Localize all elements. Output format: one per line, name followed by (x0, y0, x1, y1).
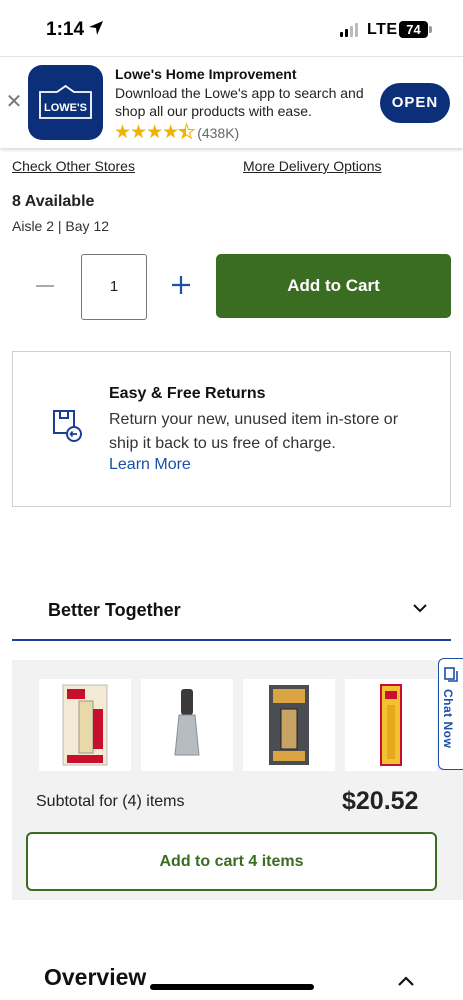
status-bar: 1:14 LTE 74 (0, 0, 463, 56)
product-thumbnail-2[interactable] (141, 679, 233, 771)
home-indicator (150, 984, 314, 990)
lowes-house-logo-icon: LOWE'S (39, 85, 92, 119)
returns-title: Easy & Free Returns (109, 385, 266, 402)
network-type: LTE (367, 21, 398, 38)
learn-more-link[interactable]: Learn More (109, 456, 191, 474)
status-time: 1:14 (46, 19, 85, 40)
putty-knife-product-image (174, 689, 200, 756)
returns-card: Easy & Free Returns Return your new, unu… (12, 351, 451, 507)
product-thumbnail-1[interactable] (39, 679, 131, 771)
better-together-panel: Subtotal for (4) items $20.52 Add to car… (12, 660, 463, 900)
location-arrow-icon (89, 21, 103, 35)
epoxy-stick-product-image (380, 684, 402, 766)
star-rating-icon: ★★★★★ (114, 122, 196, 143)
battery-level: 74 (406, 22, 421, 37)
logo-text: LOWE'S (44, 102, 87, 114)
better-together-title: Better Together (48, 600, 181, 620)
open-app-button[interactable]: OPEN (380, 83, 450, 123)
return-box-icon (53, 410, 82, 442)
tank-bond-epoxy-product-image (269, 685, 309, 765)
add-to-cart-button[interactable]: Add to Cart (216, 254, 451, 318)
overview-title: Overview (44, 964, 147, 990)
check-other-stores-link[interactable]: Check Other Stores (12, 158, 135, 174)
banner-title: Lowe's Home Improvement (115, 66, 297, 82)
app-rating: ★★★★★ (438K) (114, 122, 240, 143)
product-thumbnail-3[interactable] (243, 679, 335, 771)
product-thumbnail-4[interactable] (345, 679, 437, 771)
add-all-to-cart-button[interactable]: Add to cart 4 items (26, 832, 437, 891)
battery-tip (429, 26, 432, 33)
banner-description: Download the Lowe's app to search and sh… (115, 85, 364, 119)
app-install-banner: ✕ LOWE'S Lowe's Home Improvement Downloa… (0, 56, 463, 148)
quantity-increase-button[interactable] (170, 274, 192, 296)
lowes-logo: LOWE'S (28, 65, 103, 140)
cell-signal-icon (340, 23, 358, 37)
rating-count: (438K) (197, 125, 240, 141)
aisle-location: Aisle 2 | Bay 12 (12, 218, 110, 234)
availability-count: 8 Available (12, 193, 95, 210)
chevron-up-icon[interactable] (397, 975, 415, 987)
quantity-input[interactable]: 1 (81, 254, 147, 320)
chat-icon (444, 667, 458, 682)
chevron-down-icon[interactable] (412, 602, 428, 614)
epoxy-syringe-product-image (62, 684, 108, 766)
close-icon[interactable]: ✕ (5, 92, 23, 112)
returns-description: Return your new, unused item in-store or… (109, 411, 399, 452)
section-divider (12, 639, 451, 641)
subtotal-label: Subtotal for (4) items (36, 793, 185, 810)
quantity-decrease-button[interactable] (36, 285, 54, 287)
chat-now-tab[interactable]: Chat Now (438, 658, 463, 770)
chat-now-label: Chat Now (441, 689, 455, 749)
subtotal-price: $20.52 (342, 787, 419, 815)
battery-icon: 74 (399, 21, 428, 38)
more-delivery-options-link[interactable]: More Delivery Options (243, 158, 382, 174)
